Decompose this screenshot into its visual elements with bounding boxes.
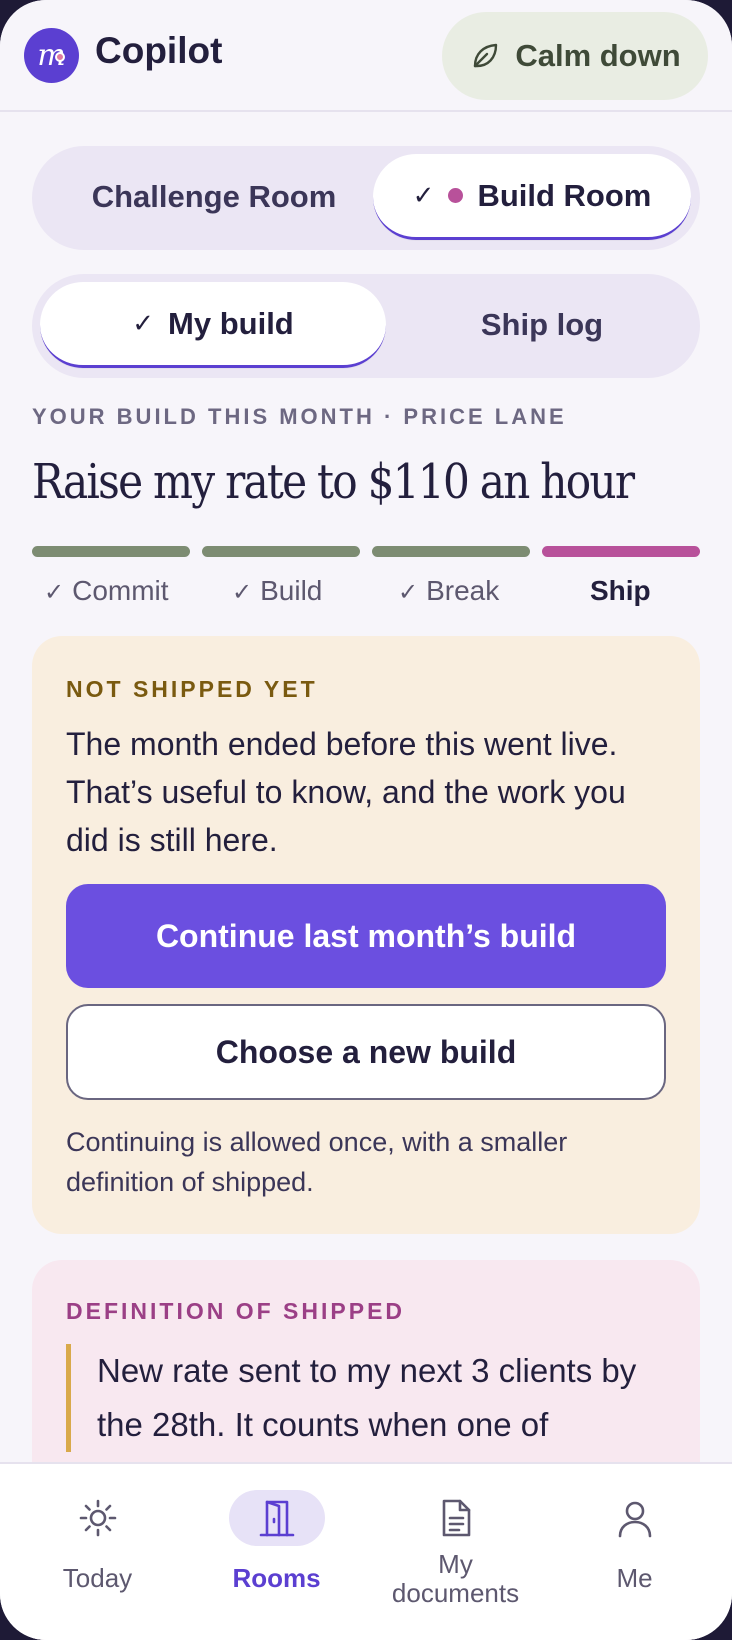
nav-rooms[interactable]: Rooms [185,1464,368,1640]
tab-ship-log[interactable]: Ship log [392,282,692,368]
continue-build-label: Continue last month’s build [155,917,577,954]
tab-my-build[interactable]: ✓ My build [40,282,386,368]
sun-icon [50,1490,146,1546]
logo-dot [55,52,65,62]
app-title: Copilot [95,30,223,71]
nav-me[interactable]: Me [543,1464,726,1640]
step-ship: Ship [590,575,651,607]
nav-my-documents[interactable]: My documents [364,1464,547,1640]
step-build: ✓ Build [232,575,322,607]
progress-segment-break [372,546,530,557]
nav-rooms-label: Rooms [232,1563,321,1593]
build-eyebrow: YOUR BUILD THIS MONTH · PRICE LANE [32,404,567,429]
checkmark-icon: ✓ [412,180,435,210]
step-label: Commit [72,575,169,606]
tab-build-room[interactable]: ✓ Build Room [373,154,691,240]
build-room-label: Build Room [477,177,652,213]
step-label: Ship [590,575,651,606]
progress-segment-build [202,546,360,557]
not-shipped-label: NOT SHIPPED YET [66,676,318,702]
document-icon [408,1490,504,1546]
checkmark-icon: ✓ [44,579,65,606]
calm-down-button[interactable]: Calm down [442,12,708,100]
nav-today[interactable]: Today [6,1464,189,1640]
definition-quote: New rate sent to my next 3 clients by th… [66,1344,666,1452]
progress-segment-ship [542,546,700,557]
build-title: Raise my rate to $110 an hour [32,454,635,510]
app-screen: m Copilot Calm down Challenge Room ✓ Bui… [0,0,732,1640]
status-dot-icon [448,188,464,203]
nav-documents-line2: documents [391,1578,520,1608]
continue-build-button[interactable]: Continue last month’s build [66,884,666,988]
app-header: m Copilot Calm down [0,0,732,112]
progress-segment-commit [32,546,190,557]
choose-new-build-label: Choose a new build [215,1033,517,1070]
not-shipped-card: NOT SHIPPED YET The month ended before t… [32,636,700,1234]
tab-challenge-room[interactable]: Challenge Room [44,154,384,240]
checkmark-icon: ✓ [232,579,253,606]
step-label: Build [260,575,323,606]
room-switch: Challenge Room ✓ Build Room [32,146,700,250]
app-logo: m [24,28,79,83]
nav-documents-label: My documents [364,1550,547,1608]
checkmark-icon: ✓ [398,579,419,606]
progress-steps [32,546,700,558]
definition-label: DEFINITION OF SHIPPED [66,1298,406,1324]
nav-today-label: Today [62,1563,133,1593]
nav-me-label: Me [616,1563,653,1593]
calm-down-label: Calm down [515,38,681,73]
challenge-room-label: Challenge Room [91,179,337,214]
step-commit: ✓ Commit [44,575,169,607]
step-break: ✓ Break [398,575,499,607]
checkmark-icon: ✓ [132,308,155,338]
bottom-nav: Today Rooms My documents Me [0,1462,732,1640]
choose-new-build-button[interactable]: Choose a new build [66,1004,666,1100]
door-icon [228,1490,325,1546]
my-build-label: My build [168,305,294,341]
leaf-icon [474,43,498,68]
step-label: Break [426,575,500,606]
continue-note: Continuing is allowed once, with a small… [66,1127,568,1197]
user-icon [587,1490,683,1546]
build-tabs: ✓ My build Ship log [32,274,700,378]
ship-log-label: Ship log [480,307,604,342]
not-shipped-message: The month ended before this went live. T… [66,726,626,858]
nav-documents-line1: My [438,1549,473,1579]
